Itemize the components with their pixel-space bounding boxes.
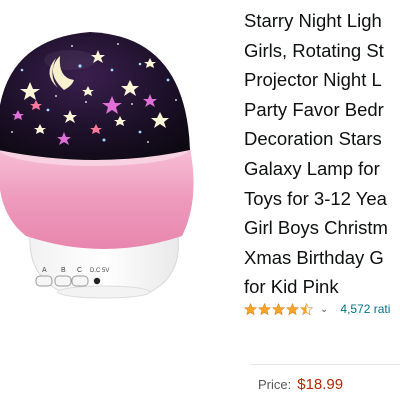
- product-title-line[interactable]: Starry Night Ligh: [244, 6, 400, 36]
- chevron-down-icon[interactable]: ⌄: [320, 304, 328, 315]
- lamp-dome: [0, 32, 190, 160]
- star-icon: [272, 302, 285, 315]
- product-title-line[interactable]: Girl Boys Christm: [244, 213, 400, 243]
- button-b: [54, 275, 72, 287]
- product-title-line[interactable]: Toys for 3-12 Yea: [244, 184, 400, 214]
- star-icon: [286, 302, 299, 315]
- star-rating[interactable]: [244, 302, 314, 316]
- product-image[interactable]: A B C D.C 5V: [0, 0, 236, 300]
- price-row: Price: $18.99: [258, 376, 343, 393]
- button-c-label: C: [77, 267, 82, 274]
- rating-count-link[interactable]: 4,572 rati: [340, 302, 390, 316]
- product-title-line[interactable]: Party Favor Bedr: [244, 95, 400, 125]
- product-title-line[interactable]: Girls, Rotating St: [244, 36, 400, 66]
- price-value: $18.99: [297, 376, 344, 393]
- star-icon: [258, 302, 271, 315]
- rating-row: ⌄ 4,572 rati: [244, 299, 400, 319]
- product-title-line[interactable]: Decoration Stars: [244, 124, 400, 154]
- dc-port-label: D.C 5V: [90, 268, 109, 274]
- product-title-line[interactable]: for Kid Pink: [244, 272, 400, 302]
- button-b-label: B: [61, 267, 66, 274]
- product-title-line[interactable]: Galaxy Lamp for: [244, 154, 400, 184]
- half-star-icon: [300, 302, 313, 315]
- button-a: [35, 275, 53, 287]
- button-c: [71, 275, 89, 287]
- dc-port: [93, 277, 101, 285]
- product-title[interactable]: Starry Night Ligh Girls, Rotating St Pro…: [244, 6, 400, 302]
- product-title-line[interactable]: Xmas Birthday G: [244, 243, 400, 273]
- star-icon: [244, 302, 257, 315]
- button-a-label: A: [42, 267, 47, 274]
- product-title-line[interactable]: Projector Night L: [244, 65, 400, 95]
- price-label: Price:: [258, 377, 292, 392]
- divider: [250, 364, 400, 365]
